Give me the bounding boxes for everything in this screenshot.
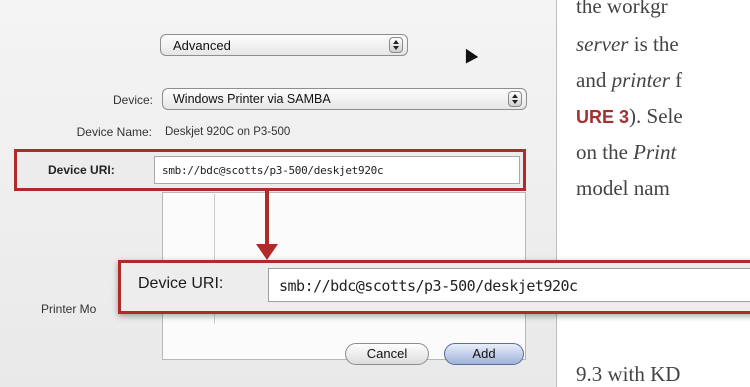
callout-arrow-line [265,190,269,248]
device-popup[interactable]: Windows Printer via SAMBA [162,88,527,110]
book-text-line: model nam [576,176,670,200]
printer-dialog: Advanced Device: Windows Printer via SAM… [0,0,557,387]
mode-popup[interactable]: Advanced [160,34,408,56]
device-uri-field[interactable]: smb://bdc@scotts/p3-500/deskjet920c [154,156,520,184]
device-name-value: Deskjet 920C on P3-500 [165,126,291,138]
device-name-label: Device Name: [76,125,152,139]
device-popup-label: Windows Printer via SAMBA [173,92,331,106]
book-text-line: the workgr [576,0,668,18]
mode-popup-label: Advanced [173,38,231,53]
book-text-line: on the Print [576,140,677,164]
book-text-line: 9.3 with KD [576,362,681,386]
add-button[interactable]: Add [444,343,524,365]
book-text-line: server is the [576,32,679,56]
device-uri-label: Device URI: [48,163,115,177]
callout-arrow-icon [256,244,278,260]
popup-arrows-icon [508,91,522,107]
callout-uri-label: Device URI: [138,275,224,292]
popup-arrows-icon [389,37,403,53]
mouse-pointer-icon [459,45,479,64]
printer-model-label: Printer Mo [41,302,97,316]
device-label: Device: [112,93,153,107]
cancel-button[interactable]: Cancel [345,343,429,365]
device-uri-value: smb://bdc@scotts/p3-500/deskjet920c [162,164,384,177]
callout-uri-value: smb://bdc@scotts/p3-500/deskjet920c [279,277,578,295]
book-text-line: URE 3). Sele [576,104,683,128]
callout-uri-field: smb://bdc@scotts/p3-500/deskjet920c [268,268,750,302]
book-text-line: and printer f [576,68,683,92]
